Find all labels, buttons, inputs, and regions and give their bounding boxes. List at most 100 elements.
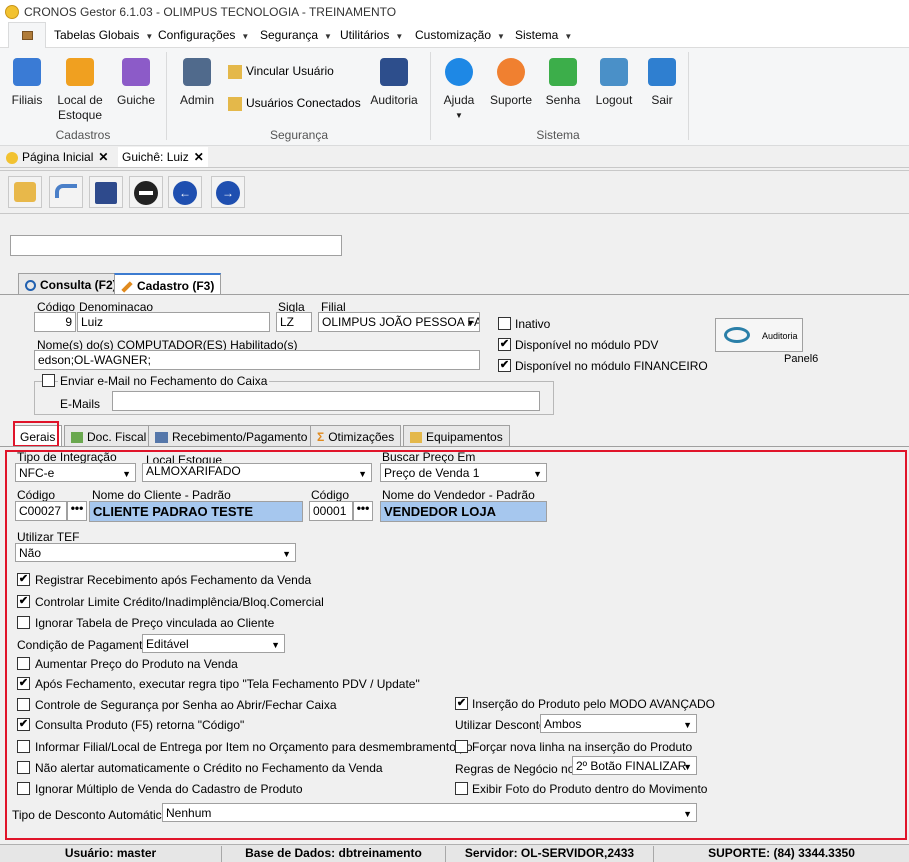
codigo-cliente-field[interactable]: C00027: [15, 501, 67, 521]
previous-button[interactable]: ←: [168, 176, 202, 208]
undo-icon: [55, 184, 77, 198]
search-input[interactable]: [10, 235, 342, 256]
home-icon: [22, 31, 33, 40]
local-estoque-button[interactable]: Local de Estoque: [52, 58, 108, 123]
group-label-seguranca: Segurança: [269, 128, 329, 142]
ajuda-dropdown-icon: ▼: [455, 111, 463, 120]
apos-fechamento-checkbox[interactable]: ✔: [17, 677, 30, 690]
inativo-checkbox[interactable]: [498, 317, 511, 330]
chevron-down-icon: ▼: [683, 809, 692, 819]
suporte-button[interactable]: Suporte: [486, 58, 536, 108]
forcar-nova-linha-checkbox[interactable]: [455, 740, 468, 753]
save-button[interactable]: [89, 176, 123, 208]
utilizar-desconto-label: Utilizar Desconto: [455, 718, 546, 732]
pdv-label: Disponível no módulo PDV: [515, 338, 659, 352]
menu-sistema[interactable]: Sistema ▼: [515, 28, 572, 42]
close-tab-icon[interactable]: ✕: [98, 150, 108, 164]
registrar-recebimento-checkbox[interactable]: ✔: [17, 573, 30, 586]
browse-vendedor-button[interactable]: •••: [353, 501, 373, 521]
vendedor-field[interactable]: VENDEDOR LOJA: [380, 501, 547, 522]
tab-otimizacoes[interactable]: Σ Otimizações: [310, 425, 402, 446]
tab-cadastro[interactable]: Cadastro (F3): [114, 273, 222, 294]
close-tab-icon[interactable]: ✕: [194, 150, 204, 164]
exibir-foto-checkbox[interactable]: [455, 782, 468, 795]
local-estoque-select[interactable]: ALMOXARIFADO ▼: [142, 463, 372, 482]
tef-select[interactable]: Não ▼: [15, 543, 296, 562]
home-tab[interactable]: [8, 22, 46, 48]
next-button[interactable]: →: [211, 176, 245, 208]
app-logo-icon: [5, 5, 19, 19]
financeiro-checkbox[interactable]: ✔: [498, 359, 511, 372]
ajuda-button[interactable]: Ajuda ▼: [440, 58, 478, 123]
ribbon-separator: [688, 52, 689, 140]
sigma-icon: Σ: [317, 430, 325, 444]
browse-cliente-button[interactable]: •••: [67, 501, 87, 521]
chevron-down-icon: ▼: [358, 469, 367, 479]
menu-utilitarios[interactable]: Utilitários ▼: [340, 28, 403, 42]
emails-field[interactable]: [112, 391, 540, 411]
condicao-pagamento-select[interactable]: Editável ▼: [142, 634, 285, 653]
sigla-field[interactable]: LZ: [276, 312, 312, 332]
menu-configuracoes[interactable]: Configurações ▼: [158, 28, 249, 42]
nao-alertar-credito-checkbox[interactable]: [17, 761, 30, 774]
enviar-email-checkbox[interactable]: [42, 374, 55, 387]
ignorar-multiplo-checkbox[interactable]: [17, 782, 30, 795]
consulta-produto-checkbox[interactable]: ✔: [17, 718, 30, 731]
auditoria-button[interactable]: Auditoria: [715, 318, 803, 352]
menu-customizacao[interactable]: Customização ▼: [415, 28, 505, 42]
logout-button[interactable]: Logout: [590, 58, 638, 108]
arrow-left-icon: ←: [173, 181, 197, 205]
chevron-down-icon: ▼: [466, 318, 475, 328]
regras-negocio-select[interactable]: 2º Botão FINALIZAR ▼: [572, 756, 697, 775]
tipo-desconto-label: Tipo de Desconto Automático: [12, 808, 169, 822]
informar-filial-checkbox[interactable]: [17, 740, 30, 753]
modo-avancado-checkbox[interactable]: ✔: [455, 697, 468, 710]
tab-equipamentos[interactable]: Equipamentos: [403, 425, 510, 446]
status-usuario: Usuário: master: [0, 846, 222, 862]
filial-select[interactable]: OLIMPUS JOÃO PESSOA FAN ▼: [318, 312, 480, 332]
undo-button[interactable]: [49, 176, 83, 208]
aumentar-preco-checkbox[interactable]: [17, 657, 30, 670]
tab-consulta[interactable]: Consulta (F2): [18, 273, 124, 294]
email-group-label: Enviar e-Mail no Fechamento do Caixa: [58, 374, 270, 388]
controle-seguranca-checkbox[interactable]: [17, 698, 30, 711]
usuarios-conectados-button[interactable]: Usuários Conectados: [228, 96, 361, 111]
new-record-button[interactable]: [8, 176, 42, 208]
exibir-foto-label: Exibir Foto do Produto dentro do Movimen…: [472, 782, 708, 796]
doc-tab-pagina-inicial[interactable]: Página Inicial ✕: [6, 147, 108, 167]
admin-button[interactable]: Admin: [176, 58, 218, 108]
home-logo-icon: [6, 151, 18, 164]
senha-button[interactable]: Senha: [542, 58, 584, 108]
tab-recebimento-pagamento[interactable]: Recebimento/Pagamento: [148, 425, 315, 446]
ignorar-tabela-checkbox[interactable]: [17, 616, 30, 629]
pdv-checkbox[interactable]: ✔: [498, 338, 511, 351]
minus-icon: [134, 181, 158, 205]
auditoria-ribbon-button[interactable]: Auditoria: [366, 58, 422, 108]
denominacao-field[interactable]: Luiz: [77, 312, 270, 332]
delete-button[interactable]: [129, 176, 163, 208]
vendedor-label: Nome do Vendedor - Padrão: [382, 488, 535, 502]
financeiro-label: Disponível no módulo FINANCEIRO: [515, 359, 708, 373]
cliente-field[interactable]: CLIENTE PADRAO TESTE: [89, 501, 303, 522]
controlar-limite-checkbox[interactable]: ✔: [17, 595, 30, 608]
codigo-field[interactable]: 9: [34, 312, 76, 332]
doc-tab-guiche[interactable]: Guichê: Luiz ✕: [118, 147, 208, 167]
registrar-recebimento-label: Registrar Recebimento após Fechamento da…: [35, 573, 312, 587]
lock-icon: [549, 58, 577, 86]
admin-user-icon: [183, 58, 211, 86]
menu-seguranca[interactable]: Segurança ▼: [260, 28, 332, 42]
tab-doc-fiscal[interactable]: Doc. Fiscal: [64, 425, 154, 446]
menu-tabelas-globais[interactable]: Tabelas Globais ▼: [54, 28, 153, 42]
filiais-button[interactable]: Filiais: [8, 58, 46, 108]
codigo-vendedor-field[interactable]: 00001: [309, 501, 353, 521]
tipo-integracao-select[interactable]: NFC-e ▼: [15, 463, 136, 482]
buscar-preco-select[interactable]: Preço de Venda 1 ▼: [380, 463, 547, 482]
guiche-button[interactable]: Guiche: [114, 58, 158, 108]
sair-button[interactable]: Sair: [644, 58, 680, 108]
vincular-usuario-button[interactable]: Vincular Usuário: [228, 64, 334, 79]
computadores-field[interactable]: edson;OL-WAGNER;: [34, 350, 480, 370]
tipo-desconto-select[interactable]: Nenhum ▼: [162, 803, 697, 822]
utilizar-desconto-select[interactable]: Ambos ▼: [540, 714, 697, 733]
fiscal-doc-icon: [71, 432, 83, 444]
database-add-icon: [14, 182, 36, 202]
